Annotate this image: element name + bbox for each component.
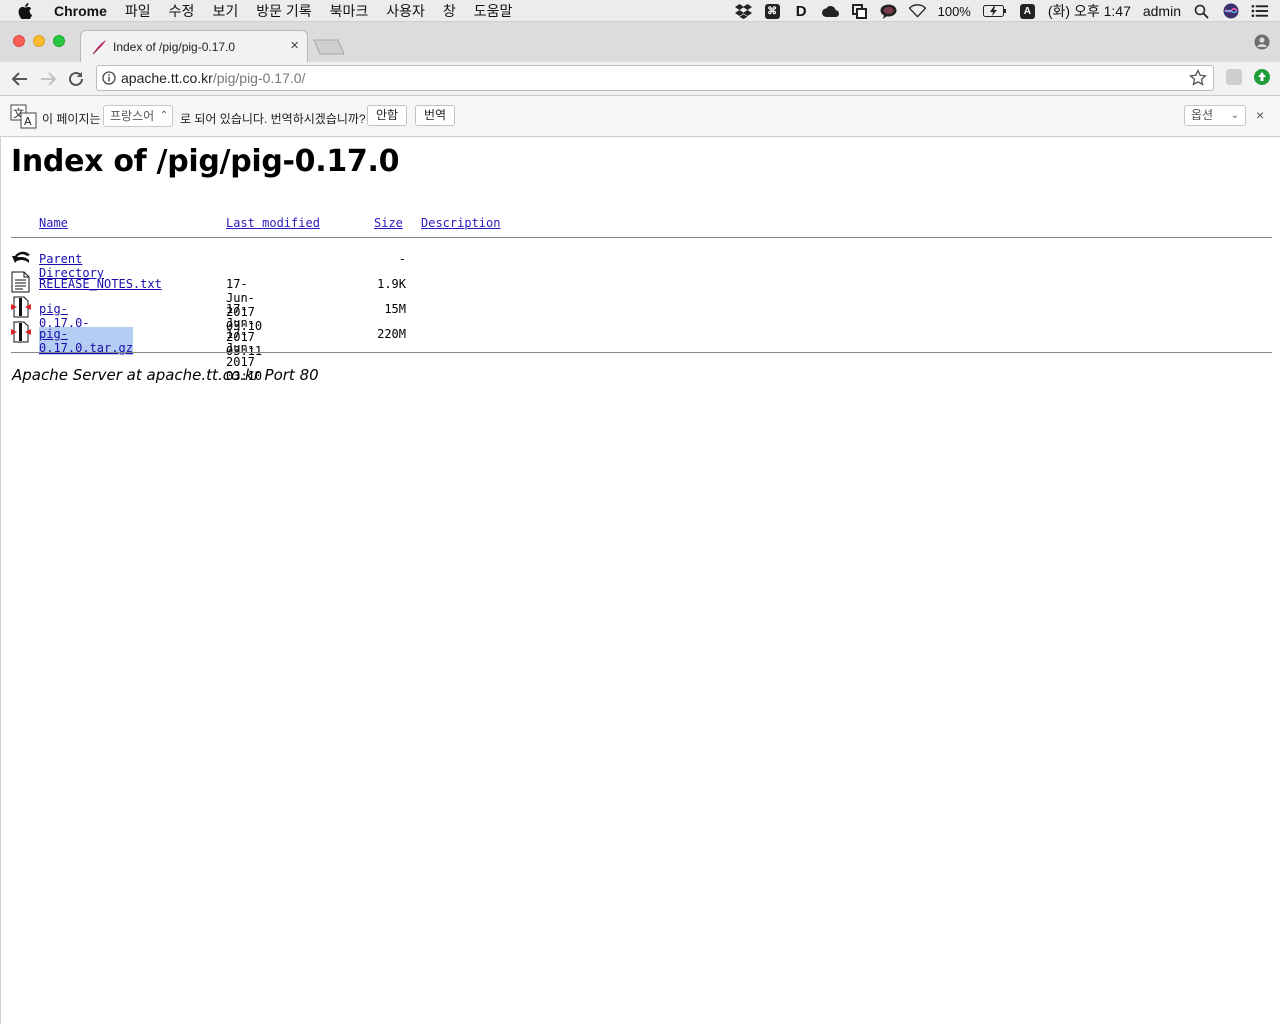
battery-percent: 100% [937,3,971,19]
d-app-icon[interactable]: D [793,3,810,20]
url-host: apache.tt.co.kr [121,70,213,86]
menu-window[interactable]: 창 [443,1,456,21]
sort-by-name-link[interactable]: Name [39,216,68,230]
cloud-icon[interactable] [821,3,839,19]
update-available-icon[interactable] [1254,69,1270,85]
address-bar[interactable]: apache.tt.co.kr/pig/pig-0.17.0/ [96,65,1214,91]
options-label: 옵션 [1191,108,1214,122]
updown-chevron-icon: ⌃ [159,110,169,121]
browser-toolbar: apache.tt.co.kr/pig/pig-0.17.0/ [0,62,1280,96]
chevron-down-icon: ⌄ [1230,110,1239,121]
extension-icon[interactable] [1226,69,1242,85]
profile-icon[interactable] [1254,34,1270,55]
input-source-icon[interactable]: A [1019,3,1036,19]
page-content: Index of /pig/pig-0.17.0 Name Last modif… [0,137,1280,1024]
site-info-icon[interactable] [102,71,116,90]
menu-file[interactable]: 파일 [125,1,151,21]
bookmark-star-icon[interactable] [1189,68,1207,92]
menu-bar: Chrome 파일 수정 보기 방문 기록 북마크 사용자 창 도움말 ⌘ D … [0,0,1280,22]
file-link[interactable]: RELEASE_NOTES.txt [39,277,162,291]
server-signature: Apache Server at apache.tt.co.kr Port 80 [12,366,319,384]
menu-people[interactable]: 사용자 [386,1,425,21]
menu-bookmarks[interactable]: 북마크 [330,1,369,21]
source-language-value: 프랑스어 [110,109,155,123]
dropbox-icon[interactable] [734,3,752,19]
translate-prefix-text: 이 페이지는 [42,112,101,126]
translate-suffix-text: 로 되어 있습니다. 번역하시겠습니까? [180,112,366,126]
compressed-file-icon [11,296,31,321]
url-text[interactable]: apache.tt.co.kr/pig/pig-0.17.0/ [121,70,305,86]
sort-by-description-link[interactable]: Description [421,216,500,230]
menu-edit[interactable]: 수정 [169,1,195,21]
user-name[interactable]: admin [1143,3,1181,19]
wifi-icon[interactable] [908,3,926,19]
copy-icon[interactable] [851,3,868,19]
row-size: 1.9K [377,277,406,291]
sort-by-size-link[interactable]: Size [374,216,403,230]
file-link-selected[interactable]: pig-0.17.0.tar.gz [39,327,133,355]
app-name-menu[interactable]: Chrome [54,3,107,19]
parent-directory-link[interactable]: Parent Directory [39,252,104,280]
input-source-label: A [1019,3,1035,19]
column-header-description[interactable]: Description [421,216,500,230]
menu-history[interactable]: 방문 기록 [256,1,311,21]
column-header-name[interactable]: Name [39,216,68,230]
apple-menu-icon[interactable] [18,3,38,19]
url-path: /pig/pig-0.17.0/ [212,70,306,86]
translate-button[interactable]: 번역 [415,105,456,126]
footer-divider [11,352,1272,353]
tab-strip: Index of /pig/pig-0.17.0 × [0,22,1280,62]
tab-close-icon[interactable]: × [290,37,299,54]
row-size: 15M [384,302,406,316]
siri-icon[interactable] [1222,3,1239,19]
clock[interactable]: (화) 오후 1:47 [1048,1,1131,21]
row-size: 220M [377,327,406,341]
close-window-button[interactable] [13,35,25,47]
row-size: - [398,252,406,266]
minimize-window-button[interactable] [33,35,45,47]
back-icon [11,246,33,271]
svg-text:A: A [24,115,32,128]
new-tab-button[interactable] [313,39,345,55]
header-divider [11,237,1272,238]
compressed-file-icon [11,321,31,346]
apache-feather-icon [91,39,107,60]
back-arrow-icon[interactable] [11,70,29,88]
never-translate-button[interactable]: 안함 [367,105,408,126]
translate-icon: 文A [10,104,38,133]
chat-bubble-icon[interactable] [880,3,897,19]
source-language-select[interactable]: 프랑스어 ⌃ [103,105,174,127]
options-dropdown[interactable]: 옵션 ⌄ [1184,105,1246,126]
zoom-window-button[interactable] [53,35,65,47]
text-file-icon [11,271,31,296]
forward-arrow-icon[interactable] [39,70,57,88]
close-translate-bar-icon[interactable]: × [1256,107,1264,123]
column-header-size[interactable]: Size [374,216,403,230]
menu-help[interactable]: 도움말 [474,1,513,21]
tab-active[interactable]: Index of /pig/pig-0.17.0 × [80,30,308,62]
tab-title: Index of /pig/pig-0.17.0 [113,40,236,54]
page-title: Index of /pig/pig-0.17.0 [11,144,400,179]
reload-icon[interactable] [67,70,85,88]
spotlight-search-icon[interactable] [1193,3,1210,19]
column-header-last-modified[interactable]: Last modified [226,216,320,230]
translate-bar: 文A 이 페이지는 프랑스어 ⌃ 로 되어 있습니다. 번역하시겠습니까? 안함 … [0,96,1280,137]
menu-view[interactable]: 보기 [212,1,238,21]
battery-icon[interactable] [982,3,1007,19]
notification-center-icon[interactable] [1251,3,1268,19]
sort-by-date-link[interactable]: Last modified [226,216,320,230]
command-icon[interactable]: ⌘ [764,3,781,19]
